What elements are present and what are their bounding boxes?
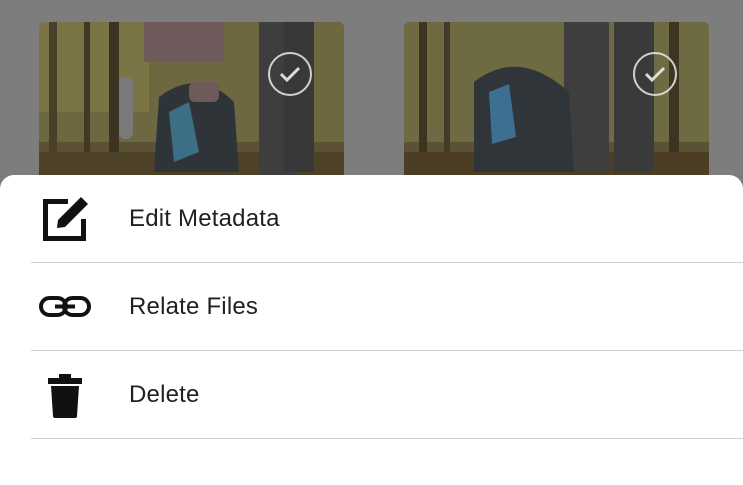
checkmark-icon (644, 66, 666, 83)
menu-item-relate-files[interactable]: Relate Files (0, 263, 743, 351)
edit-icon (43, 197, 88, 241)
select-checkbox[interactable] (633, 52, 677, 96)
action-bottom-sheet: Edit Metadata Relate Files Delete (0, 175, 743, 485)
checkmark-icon (279, 66, 301, 83)
menu-item-delete[interactable]: Delete (0, 351, 743, 439)
trash-icon (48, 374, 82, 418)
select-checkbox[interactable] (268, 52, 312, 96)
menu-item-label: Relate Files (129, 293, 259, 320)
menu-item-edit-metadata[interactable]: Edit Metadata (0, 175, 743, 263)
link-icon (39, 296, 91, 317)
divider (31, 438, 743, 439)
menu-item-label: Delete (129, 381, 200, 408)
menu-item-label: Edit Metadata (129, 205, 280, 232)
